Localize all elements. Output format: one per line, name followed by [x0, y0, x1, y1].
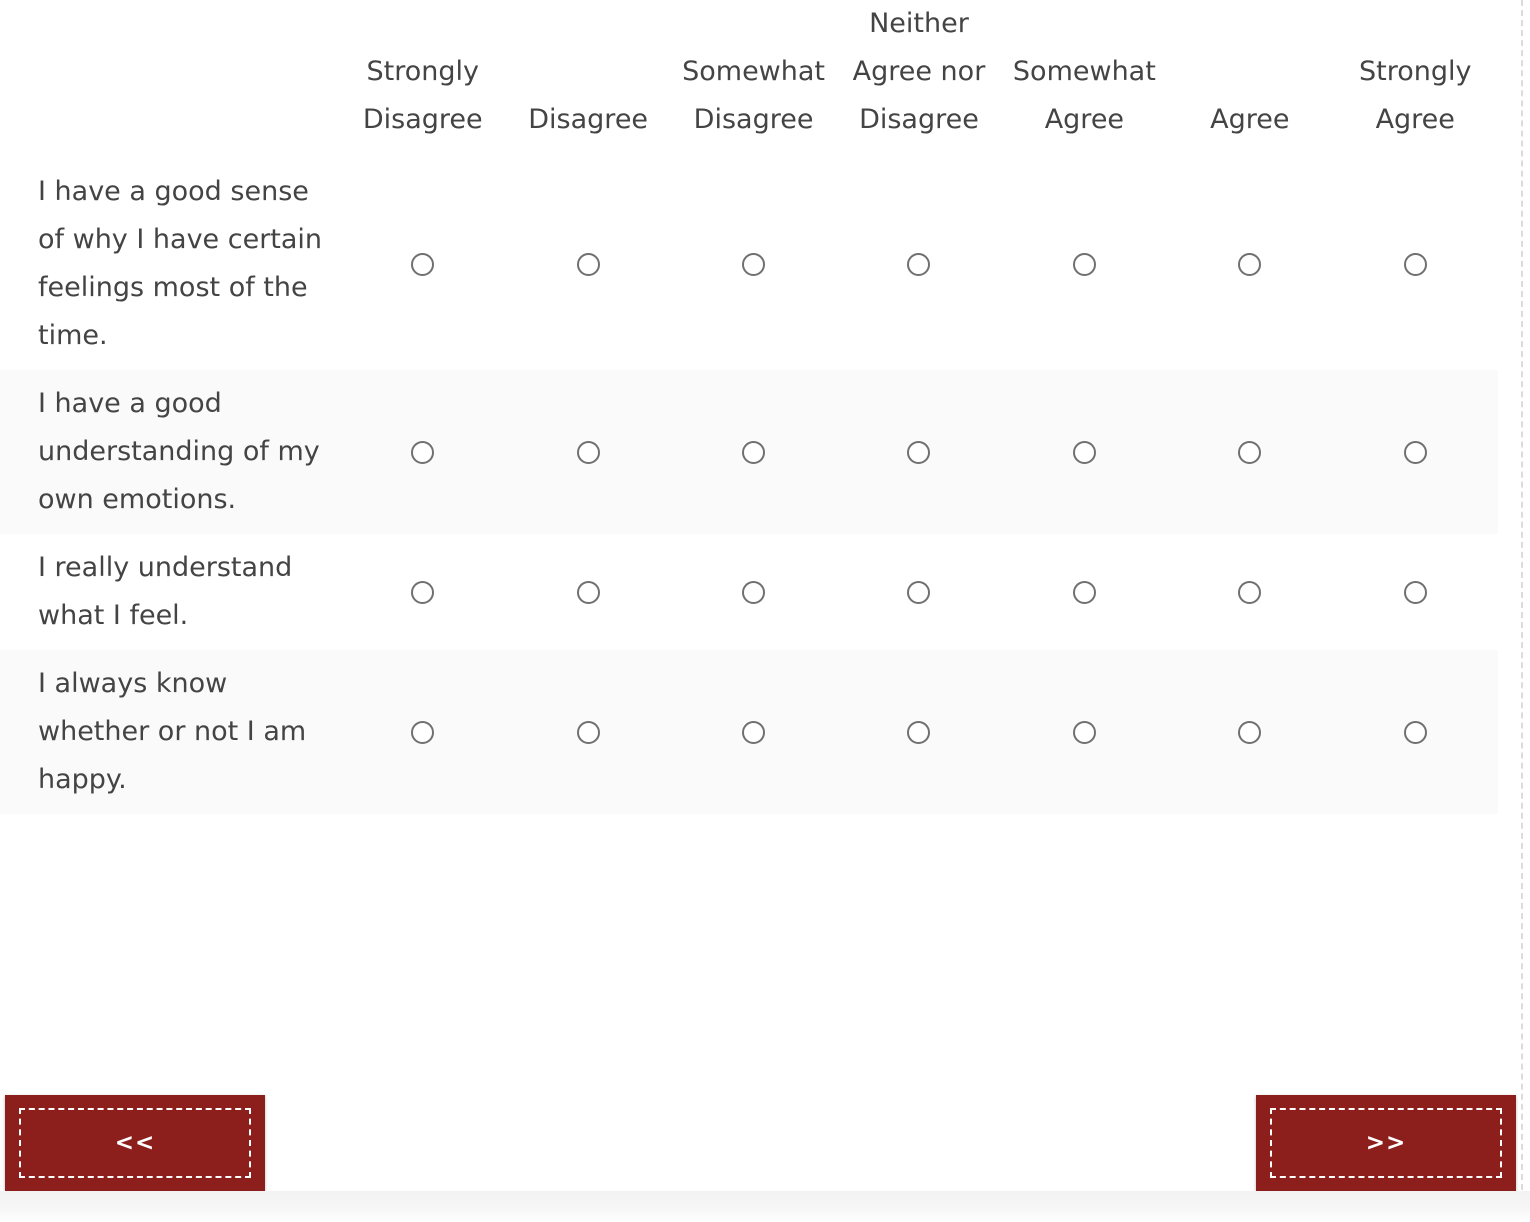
next-page-label: >> [1270, 1108, 1502, 1178]
statement-column-header [0, 0, 340, 158]
statement-label-3: I really understand what I feel. [38, 552, 293, 631]
radio-cell-3-2[interactable] [505, 534, 670, 650]
radio-button-item4-agree[interactable] [1238, 720, 1262, 744]
radio-button-item1-somewhat-agree[interactable] [1072, 252, 1096, 276]
scale-header-strongly-disagree: Strongly Disagree [362, 56, 483, 135]
table-row: I have a good sense of why I have certai… [0, 158, 1498, 370]
next-page-button[interactable]: >> [1256, 1095, 1516, 1191]
statement-label-4: I always know whether or not I am happy. [0, 650, 341, 814]
radio-button-item2-somewhat-disagree[interactable] [742, 440, 766, 464]
radio-cell-1-1[interactable] [340, 158, 505, 370]
radio-button-item2-disagree[interactable] [576, 440, 600, 464]
table-row: I have a good understanding of my own em… [0, 370, 1498, 534]
radio-cell-4-1[interactable] [340, 650, 506, 814]
previous-page-label: << [19, 1108, 251, 1178]
radio-cell-2-2[interactable] [505, 370, 671, 534]
radio-button-item2-somewhat-agree[interactable] [1072, 440, 1096, 464]
radio-button-item1-neither[interactable] [907, 252, 931, 276]
radio-button-item4-strongly-agree[interactable] [1403, 720, 1427, 744]
radio-cell-3-3[interactable] [671, 534, 836, 650]
radio-cell-4-6[interactable] [1167, 650, 1333, 814]
radio-cell-2-3[interactable] [670, 370, 837, 534]
radio-button-item4-neither[interactable] [907, 720, 931, 744]
radio-cell-4-4[interactable] [836, 650, 1002, 814]
radio-cell-2-5[interactable] [1001, 370, 1168, 534]
radio-cell-3-1[interactable] [340, 534, 505, 650]
page-right-edge [1521, 0, 1523, 1190]
survey-navigation: << >> [0, 1095, 1530, 1192]
radio-button-item3-neither[interactable] [907, 580, 931, 604]
radio-button-item3-strongly-agree[interactable] [1403, 580, 1427, 604]
radio-cell-4-5[interactable] [1001, 650, 1168, 814]
scale-header-disagree: Disagree [528, 104, 649, 135]
radio-button-item3-disagree[interactable] [576, 580, 600, 604]
footer-strip [0, 1191, 1530, 1222]
radio-cell-1-3[interactable] [671, 158, 836, 370]
previous-page-button[interactable]: << [5, 1095, 265, 1191]
radio-cell-1-2[interactable] [505, 158, 670, 370]
radio-cell-1-6[interactable] [1167, 158, 1332, 370]
radio-cell-4-7[interactable] [1332, 650, 1498, 814]
radio-cell-4-2[interactable] [505, 650, 671, 814]
scale-header-somewhat-agree: Somewhat Agree [1012, 56, 1156, 135]
radio-cell-3-4[interactable] [836, 534, 1001, 650]
radio-button-item3-somewhat-disagree[interactable] [742, 580, 766, 604]
radio-button-item2-neither[interactable] [907, 440, 931, 464]
radio-cell-2-7[interactable] [1332, 370, 1498, 534]
radio-cell-4-3[interactable] [670, 650, 837, 814]
scale-header-agree: Agree [1210, 104, 1290, 135]
radio-cell-2-1[interactable] [340, 370, 506, 534]
matrix-body: I have a good sense of why I have certai… [0, 158, 1498, 814]
radio-cell-1-5[interactable] [1002, 158, 1167, 370]
matrix-header-row: Strongly Disagree Disagree Somewhat Disa… [0, 0, 1498, 158]
statement-label-1: I have a good sense of why I have certai… [38, 176, 323, 351]
likert-matrix-question: Strongly Disagree Disagree Somewhat Disa… [0, 0, 1498, 1010]
matrix-header: Strongly Disagree Disagree Somewhat Disa… [0, 0, 1498, 158]
radio-cell-3-7[interactable] [1332, 534, 1498, 650]
radio-button-item3-agree[interactable] [1238, 580, 1262, 604]
radio-button-item3-strongly-disagree[interactable] [411, 580, 435, 604]
radio-button-item3-somewhat-agree[interactable] [1072, 580, 1096, 604]
radio-button-item2-agree[interactable] [1238, 440, 1262, 464]
radio-button-item1-somewhat-disagree[interactable] [742, 252, 766, 276]
table-row: I always know whether or not I am happy. [0, 650, 1498, 814]
radio-button-item2-strongly-agree[interactable] [1403, 440, 1427, 464]
radio-cell-3-6[interactable] [1167, 534, 1332, 650]
radio-cell-1-4[interactable] [836, 158, 1001, 370]
scale-header-somewhat-disagree: Somewhat Disagree [682, 56, 826, 135]
scale-header-strongly-agree: Strongly Agree [1359, 56, 1472, 135]
radio-button-item1-agree[interactable] [1238, 252, 1262, 276]
radio-button-item4-disagree[interactable] [576, 720, 600, 744]
radio-button-item4-somewhat-agree[interactable] [1072, 720, 1096, 744]
scale-header-neither-agree-nor-disagree: Neither Agree nor Disagree [852, 8, 986, 135]
radio-cell-3-5[interactable] [1002, 534, 1167, 650]
radio-button-item2-strongly-disagree[interactable] [411, 440, 435, 464]
radio-button-item1-strongly-agree[interactable] [1403, 252, 1427, 276]
radio-button-item4-strongly-disagree[interactable] [411, 720, 435, 744]
table-row: I really understand what I feel. [0, 534, 1498, 650]
radio-button-item4-somewhat-disagree[interactable] [742, 720, 766, 744]
radio-cell-1-7[interactable] [1332, 158, 1498, 370]
radio-button-item1-strongly-disagree[interactable] [411, 252, 435, 276]
radio-button-item1-disagree[interactable] [576, 252, 600, 276]
radio-cell-2-4[interactable] [836, 370, 1002, 534]
radio-cell-2-6[interactable] [1167, 370, 1333, 534]
likert-matrix-table: Strongly Disagree Disagree Somewhat Disa… [0, 0, 1498, 814]
statement-label-2: I have a good understanding of my own em… [0, 370, 341, 534]
